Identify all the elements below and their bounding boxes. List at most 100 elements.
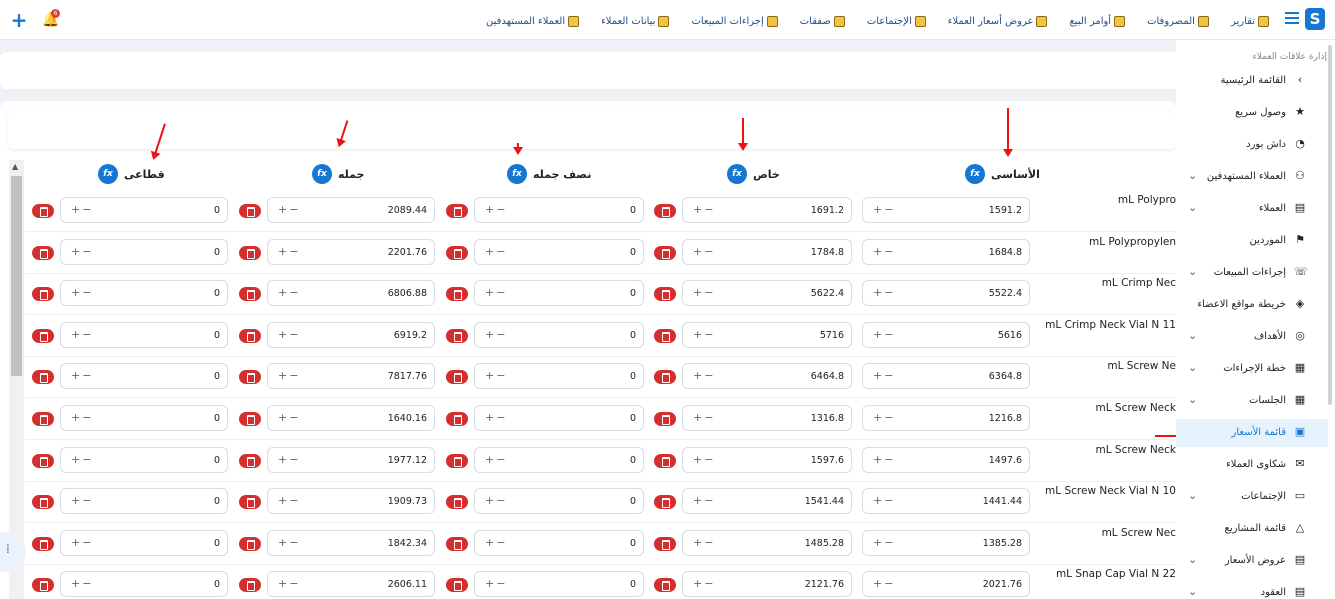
plus-minus-stepper[interactable]: +−	[873, 245, 895, 258]
price-input-special[interactable]: +− 2121.76	[682, 571, 852, 598]
delete-icon[interactable]	[32, 495, 54, 510]
delete-icon[interactable]	[32, 412, 54, 426]
delete-icon[interactable]	[654, 536, 676, 551]
delete-icon[interactable]	[654, 578, 676, 593]
chevron-down-icon[interactable]: ⌄	[1188, 201, 1197, 214]
delete-icon[interactable]	[654, 328, 676, 343]
delete-icon[interactable]	[654, 495, 676, 510]
delete-icon[interactable]	[32, 536, 54, 551]
nav-leads[interactable]: العملاء المستهدفين	[486, 12, 580, 30]
price-input-retail[interactable]: +− 0	[60, 488, 228, 515]
nav-expenses[interactable]: المصروفات	[1147, 12, 1209, 30]
plus-minus-stepper[interactable]: +−	[71, 536, 93, 549]
price-input-basic[interactable]: +− 2021.76	[862, 571, 1030, 598]
delete-icon[interactable]	[446, 578, 468, 593]
sidebar-scrollbar[interactable]	[1328, 45, 1332, 405]
price-input-retail[interactable]: +− 0	[60, 280, 228, 307]
chevron-down-icon[interactable]: ⌄	[1188, 393, 1197, 406]
sidebar-item[interactable]: ⌄ الأهداف ◎	[1176, 323, 1328, 351]
plus-minus-stepper[interactable]: +−	[278, 494, 300, 507]
plus-minus-stepper[interactable]: +−	[693, 577, 715, 590]
sidebar-item[interactable]: ⌄ العملاء المستهدفين ⚇	[1176, 163, 1328, 191]
chevron-down-icon[interactable]: ⌄	[1188, 329, 1197, 342]
price-input-retail[interactable]: +− 0	[60, 405, 228, 431]
price-input-wholesale[interactable]: +− 1640.16	[267, 405, 435, 431]
plus-minus-stepper[interactable]: +−	[873, 203, 895, 216]
price-input-retail[interactable]: +− 0	[60, 446, 228, 473]
price-input-basic[interactable]: +− 1591.2	[862, 197, 1030, 223]
scrollbar-thumb[interactable]	[11, 176, 22, 376]
plus-minus-stepper[interactable]: +−	[71, 577, 93, 590]
formula-icon[interactable]: fx	[507, 164, 527, 184]
plus-minus-stepper[interactable]: +−	[278, 536, 300, 549]
delete-icon[interactable]	[239, 370, 261, 385]
delete-icon[interactable]	[446, 536, 468, 551]
nav-customer-quotes[interactable]: عروض أسعار العملاء	[948, 12, 1048, 30]
delete-icon[interactable]	[32, 245, 54, 260]
delete-icon[interactable]	[239, 204, 261, 218]
delete-icon[interactable]	[446, 370, 468, 385]
plus-minus-stepper[interactable]: +−	[71, 245, 93, 258]
delete-icon[interactable]	[654, 412, 676, 426]
price-input-basic[interactable]: +− 1684.8	[862, 238, 1030, 265]
chevron-down-icon[interactable]: ⌄	[1188, 553, 1197, 566]
plus-minus-stepper[interactable]: +−	[485, 453, 507, 466]
plus-minus-stepper[interactable]: +−	[693, 494, 715, 507]
delete-icon[interactable]	[446, 328, 468, 343]
price-input-basic[interactable]: +− 5616	[862, 321, 1030, 348]
price-input-retail[interactable]: +− 0	[60, 197, 228, 223]
nav-sales-orders[interactable]: أوامر البيع	[1069, 12, 1126, 30]
delete-icon[interactable]	[446, 453, 468, 468]
plus-minus-stepper[interactable]: +−	[873, 453, 895, 466]
nav-sales-actions[interactable]: إجراءات المبيعات	[691, 12, 778, 30]
price-input-half[interactable]: +− 0	[474, 197, 644, 223]
sidebar-item[interactable]: ⌄ الجلسات ▦	[1176, 387, 1328, 415]
add-icon[interactable]: +	[10, 10, 28, 30]
sidebar-item[interactable]: ⌄ العقود ▤	[1176, 579, 1328, 599]
delete-icon[interactable]	[446, 287, 468, 302]
plus-minus-stepper[interactable]: +−	[278, 453, 300, 466]
price-input-wholesale[interactable]: +− 1977.12	[267, 446, 435, 473]
delete-icon[interactable]	[239, 578, 261, 593]
plus-minus-stepper[interactable]: +−	[485, 245, 507, 258]
price-input-special[interactable]: +− 1541.44	[682, 488, 852, 515]
price-input-retail[interactable]: +− 0	[60, 571, 228, 598]
delete-icon[interactable]	[239, 287, 261, 302]
plus-minus-stepper[interactable]: +−	[278, 369, 300, 382]
price-input-special[interactable]: +− 5716	[682, 321, 852, 348]
chevron-down-icon[interactable]: ⌄	[1188, 265, 1197, 278]
sidebar-item[interactable]: ⌄ عروض الأسعار ▤	[1176, 547, 1328, 575]
price-input-half[interactable]: +− 0	[474, 238, 644, 265]
price-input-wholesale[interactable]: +− 2606.11	[267, 571, 435, 598]
plus-minus-stepper[interactable]: +−	[693, 453, 715, 466]
plus-minus-stepper[interactable]: +−	[693, 369, 715, 382]
plus-minus-stepper[interactable]: +−	[693, 286, 715, 299]
price-input-half[interactable]: +− 0	[474, 529, 644, 556]
plus-minus-stepper[interactable]: +−	[71, 286, 93, 299]
sidebar-item[interactable]: شكاوى العملاء ✉	[1176, 451, 1328, 479]
plus-minus-stepper[interactable]: +−	[71, 369, 93, 382]
price-input-half[interactable]: +− 0	[474, 405, 644, 431]
plus-minus-stepper[interactable]: +−	[485, 369, 507, 382]
plus-minus-stepper[interactable]: +−	[71, 453, 93, 466]
plus-minus-stepper[interactable]: +−	[485, 411, 507, 424]
sidebar-item[interactable]: ⌄ إجراءات المبيعات ☏	[1176, 259, 1328, 287]
delete-icon[interactable]	[446, 204, 468, 218]
nav-reports[interactable]: تقارير	[1231, 12, 1269, 30]
plus-minus-stepper[interactable]: +−	[693, 536, 715, 549]
price-input-retail[interactable]: +− 0	[60, 238, 228, 265]
plus-minus-stepper[interactable]: +−	[278, 203, 300, 216]
chevron-down-icon[interactable]: ⌄	[1188, 169, 1197, 182]
menu-icon[interactable]	[1285, 12, 1299, 24]
delete-icon[interactable]	[32, 370, 54, 385]
price-input-wholesale[interactable]: +− 1909.73	[267, 488, 435, 515]
sidebar-item[interactable]: وصول سريع ★	[1176, 99, 1328, 127]
plus-minus-stepper[interactable]: +−	[278, 328, 300, 341]
delete-icon[interactable]	[446, 495, 468, 510]
delete-icon[interactable]	[654, 453, 676, 468]
sidebar-item[interactable]: ⌄ خطة الإجراءات ▦	[1176, 355, 1328, 383]
delete-icon[interactable]	[654, 287, 676, 302]
app-logo[interactable]: S	[1305, 8, 1325, 30]
plus-minus-stepper[interactable]: +−	[71, 328, 93, 341]
price-input-half[interactable]: +− 0	[474, 446, 644, 473]
